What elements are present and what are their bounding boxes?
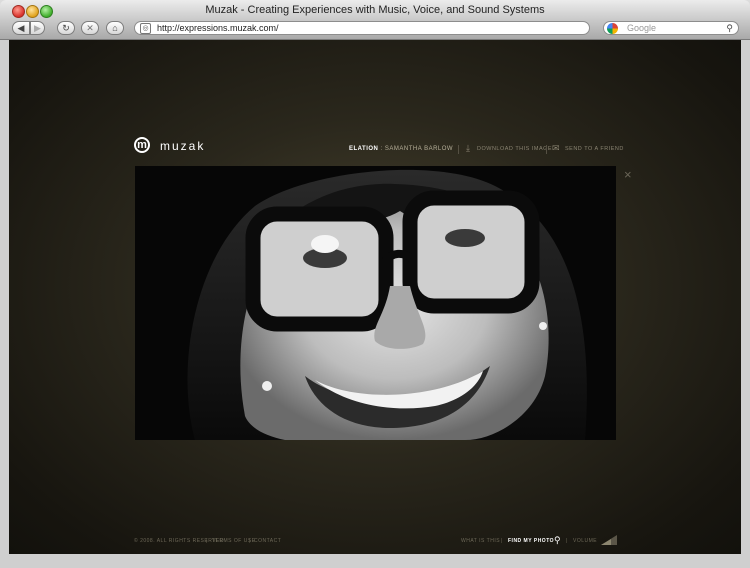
logo-text: muzak (160, 139, 206, 153)
stop-button[interactable]: ✕ (81, 21, 99, 35)
search-icon[interactable]: ⚲ (554, 535, 561, 546)
stop-icon: ✕ (86, 23, 94, 33)
download-icon[interactable]: ⤓ (466, 144, 470, 153)
forward-arrow-icon: ▶ (34, 23, 41, 33)
muzak-logo[interactable]: m muzak (134, 137, 214, 157)
photo-caption: ELATION : SAMANTHA BARLOW (349, 146, 453, 152)
find-my-photo-link[interactable]: FIND MY PHOTO (508, 538, 554, 544)
site-icon: ◎ (140, 23, 151, 34)
close-icon[interactable]: × (624, 168, 632, 181)
envelope-icon[interactable]: ✉ (552, 144, 560, 153)
search-field[interactable]: Google ⚲ (603, 21, 739, 35)
browser-toolbar: ◀ ▶ ↻ ✕ ⌂ ◎ http://expressions.muzak.com… (0, 19, 750, 40)
divider (458, 145, 459, 154)
reload-icon: ↻ (62, 23, 70, 33)
address-bar[interactable]: ◎ http://expressions.muzak.com/ ★ ▼ (134, 21, 720, 35)
contact-link[interactable]: CONTACT (254, 538, 281, 544)
caption-title: ELATION (349, 146, 379, 152)
page-viewport: m muzak ELATION : SAMANTHA BARLOW ⤓ DOWN… (9, 40, 741, 554)
back-arrow-icon: ◀ (17, 23, 25, 33)
logo-mark: m (134, 137, 150, 153)
portrait-photo-art (135, 166, 616, 440)
title-bar: Muzak - Creating Experiences with Music,… (0, 0, 750, 19)
home-icon: ⌂ (112, 23, 118, 33)
forward-button[interactable]: ▶ (30, 21, 45, 35)
footer-divider: | (206, 538, 208, 544)
browser-window: Muzak - Creating Experiences with Music,… (0, 0, 750, 568)
back-button[interactable]: ◀ (12, 21, 30, 35)
search-icon[interactable]: ⚲ (726, 22, 733, 34)
caption-separator: : (380, 146, 383, 152)
divider (546, 145, 547, 154)
volume-label: VOLUME (573, 538, 598, 544)
window-title: Muzak - Creating Experiences with Music,… (205, 4, 545, 16)
volume-slider-icon[interactable] (601, 535, 617, 545)
footer-divider: | (249, 538, 251, 544)
copyright-text: © 2008. ALL RIGHTS RESERVED (134, 538, 224, 544)
url-text[interactable]: http://expressions.muzak.com/ (157, 22, 279, 34)
featured-photo[interactable] (135, 166, 616, 440)
home-button[interactable]: ⌂ (106, 21, 124, 35)
caption-artist: SAMANTHA BARLOW (384, 146, 454, 152)
footer-divider: | (501, 538, 503, 544)
search-placeholder[interactable]: Google (627, 22, 656, 34)
download-image-link[interactable]: DOWNLOAD THIS IMAGE (477, 146, 552, 152)
footer-divider: | (566, 538, 568, 544)
page-footer: © 2008. ALL RIGHTS RESERVED | TERMS OF U… (9, 535, 741, 547)
what-is-this-link[interactable]: WHAT IS THIS (461, 538, 500, 544)
reload-button[interactable]: ↻ (57, 21, 75, 35)
send-to-friend-link[interactable]: SEND TO A FRIEND (565, 146, 624, 152)
google-icon[interactable] (607, 23, 618, 34)
